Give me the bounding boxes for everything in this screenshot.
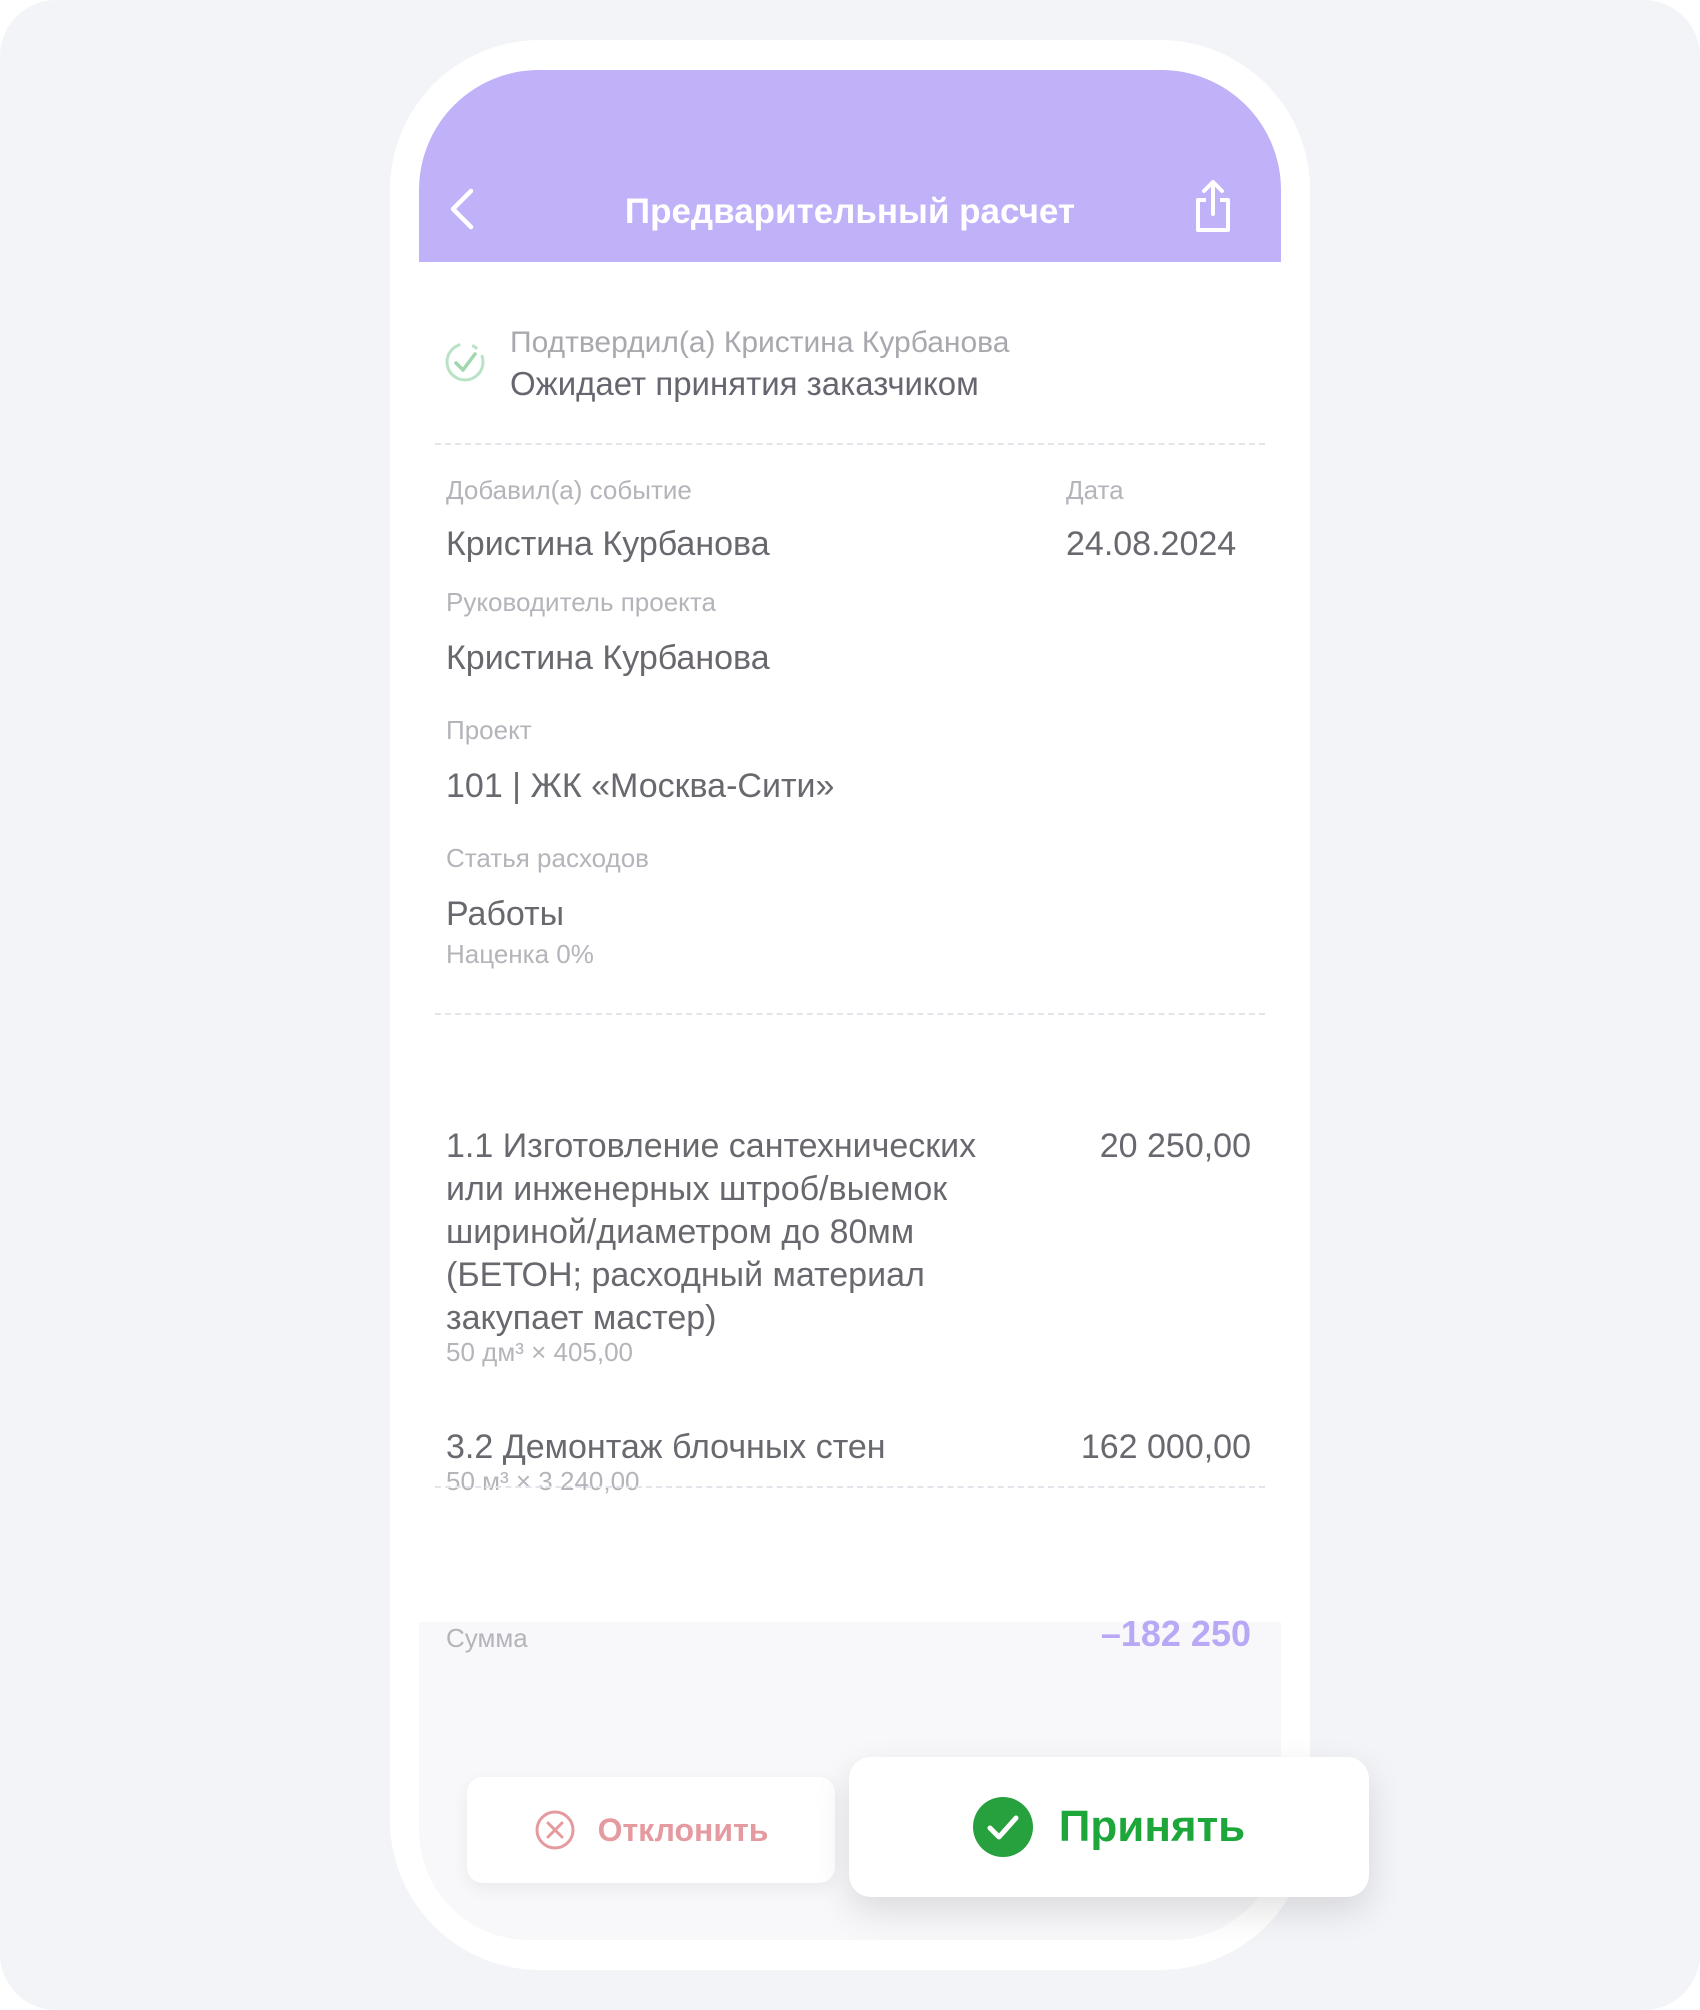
item-qty: 50 м³ × 3 240,00 xyxy=(446,1466,640,1496)
divider xyxy=(435,1013,1265,1015)
project-label: Проект xyxy=(446,715,532,745)
project-value: 101 | ЖК «Москва-Сити» xyxy=(446,767,835,805)
accept-label: Принять xyxy=(1058,1802,1246,1851)
date-value: 24.08.2024 xyxy=(1066,525,1237,563)
item-price: 20 250,00 xyxy=(1099,1127,1251,1165)
item-qty: 50 дм³ × 405,00 xyxy=(446,1337,634,1367)
date-label: Дата xyxy=(1066,475,1124,505)
divider xyxy=(435,443,1265,445)
total-label: Сумма xyxy=(446,1623,528,1653)
app-header: Предварительный расчет xyxy=(419,70,1281,262)
item-price: 162 000,00 xyxy=(1080,1428,1251,1466)
total-value: –182 250 xyxy=(1100,1613,1251,1654)
item-name: 3.2 Демонтаж блочных стен xyxy=(446,1428,886,1466)
status-text: Ожидает принятия заказчиком xyxy=(510,365,979,402)
share-icon[interactable] xyxy=(1189,178,1237,234)
manager-label: Руководитель проекта xyxy=(446,587,716,617)
accept-button[interactable]: Принять xyxy=(849,1757,1369,1897)
check-circle-icon xyxy=(445,342,485,382)
close-circle-icon xyxy=(535,1810,575,1850)
markup-text: Наценка 0% xyxy=(446,939,594,969)
status-confirmed-by: Подтвердил(а) Кристина Курбанова xyxy=(510,326,1010,359)
reject-button[interactable]: Отклонить xyxy=(467,1777,835,1883)
check-circle-icon xyxy=(972,1797,1033,1857)
manager-value: Кристина Курбанова xyxy=(446,639,770,677)
added-by-value: Кристина Курбанова xyxy=(446,525,770,563)
phone-screen: Предварительный расчет Подтвердил(а) Кри… xyxy=(419,70,1281,1940)
expense-label: Статья расходов xyxy=(446,843,649,873)
reject-label: Отклонить xyxy=(597,1811,769,1848)
page-title: Предварительный расчет xyxy=(624,192,1076,231)
divider xyxy=(435,1486,1265,1488)
item-name: 1.1 Изготовление сантехнических или инже… xyxy=(446,1127,977,1337)
added-by-label: Добавил(а) событие xyxy=(446,475,692,505)
expense-value: Работы xyxy=(446,895,565,933)
